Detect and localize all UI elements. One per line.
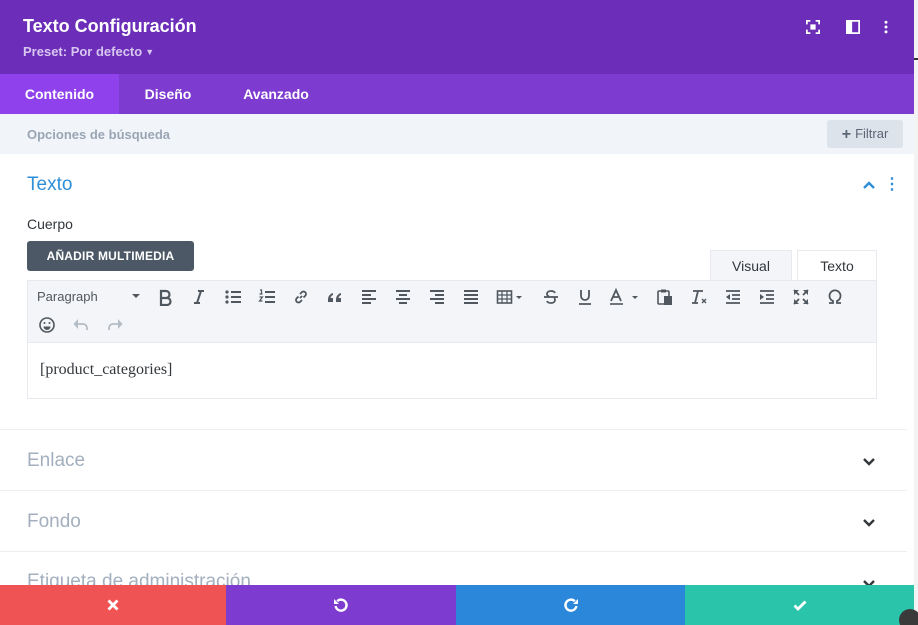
tab-bar: Contenido Diseño Avanzado — [0, 74, 914, 114]
section-title-texto[interactable]: Texto — [27, 174, 72, 196]
settings-panel: Texto Configuración Preset: Por defecto ▼… — [0, 0, 918, 625]
align-justify-icon[interactable] — [460, 286, 482, 308]
filter-label: Filtrar — [855, 126, 889, 141]
bullet-list-icon[interactable] — [222, 286, 244, 308]
numbered-list-icon[interactable] — [256, 286, 278, 308]
section-title-enlace[interactable]: Enlace — [27, 450, 85, 472]
tab-avanzado[interactable]: Avanzado — [232, 74, 320, 114]
section-title-fondo[interactable]: Fondo — [27, 511, 81, 533]
panel-title: Texto Configuración — [23, 16, 197, 36]
footer-bar — [0, 585, 914, 625]
preset-label: Preset: Por defecto — [23, 44, 143, 59]
search-bar: Opciones de búsqueda + Filtrar — [0, 114, 914, 154]
filter-button[interactable]: + Filtrar — [827, 120, 903, 148]
add-media-button[interactable]: AÑADIR MULTIMEDIA — [27, 241, 194, 271]
tab-visual[interactable]: Visual — [710, 250, 792, 280]
align-left-icon[interactable] — [358, 286, 380, 308]
blockquote-icon[interactable] — [324, 286, 346, 308]
text-color-icon[interactable] — [606, 286, 644, 308]
plus-icon: + — [841, 126, 852, 143]
underline-icon[interactable] — [574, 286, 596, 308]
chevron-down-icon[interactable] — [129, 289, 143, 303]
section-divider — [0, 490, 907, 491]
text-editor[interactable]: [product_categories] — [27, 342, 877, 399]
undo-icon[interactable] — [70, 314, 92, 336]
editor-content[interactable]: [product_categories] — [40, 361, 172, 379]
caret-down-icon: ▼ — [145, 47, 155, 57]
redo-icon — [563, 598, 578, 612]
checkmark-icon — [793, 600, 806, 611]
tab-diseno[interactable]: Diseño — [130, 74, 206, 114]
indent-icon[interactable] — [756, 286, 778, 308]
chevron-down-icon[interactable] — [860, 452, 878, 470]
redo-button[interactable] — [456, 585, 685, 625]
table-icon[interactable] — [494, 286, 528, 308]
link-icon[interactable] — [290, 286, 312, 308]
more-options-icon[interactable] — [877, 18, 895, 36]
undo-button[interactable] — [226, 585, 456, 625]
panel-header: Texto Configuración Preset: Por defecto ▼ — [0, 0, 914, 74]
paste-text-icon[interactable] — [654, 286, 676, 308]
section-more-icon[interactable]: ⋮ — [884, 176, 900, 194]
section-divider — [0, 429, 907, 430]
bold-icon[interactable] — [154, 286, 176, 308]
sidebar-layout-icon[interactable] — [844, 18, 862, 36]
chevron-up-icon[interactable] — [860, 176, 878, 194]
clear-formatting-icon[interactable] — [688, 286, 710, 308]
italic-icon[interactable] — [188, 286, 210, 308]
body-label: Cuerpo — [27, 216, 73, 232]
undo-icon — [334, 598, 348, 612]
fullscreen-icon[interactable] — [804, 18, 822, 36]
redo-icon[interactable] — [104, 314, 126, 336]
emoji-icon[interactable] — [36, 314, 58, 336]
tab-texto[interactable]: Texto — [797, 250, 877, 280]
discard-button[interactable] — [0, 585, 226, 625]
preset-selector[interactable]: Preset: Por defecto ▼ — [23, 44, 154, 59]
close-icon — [107, 599, 119, 611]
strikethrough-icon[interactable] — [540, 286, 562, 308]
chevron-down-icon[interactable] — [860, 513, 878, 531]
special-character-icon[interactable] — [824, 286, 846, 308]
section-divider — [0, 551, 907, 552]
outdent-icon[interactable] — [722, 286, 744, 308]
fullscreen-editor-icon[interactable] — [790, 286, 812, 308]
editor-toolbar: Paragraph — [27, 280, 877, 342]
align-center-icon[interactable] — [392, 286, 414, 308]
format-select[interactable]: Paragraph — [37, 289, 98, 304]
background-line — [914, 58, 918, 60]
background-strip — [914, 0, 918, 625]
search-input[interactable]: Opciones de búsqueda — [27, 127, 170, 142]
align-right-icon[interactable] — [426, 286, 448, 308]
resize-handle-icon[interactable] — [899, 609, 918, 625]
save-button[interactable] — [685, 585, 914, 625]
tab-contenido[interactable]: Contenido — [0, 74, 119, 114]
